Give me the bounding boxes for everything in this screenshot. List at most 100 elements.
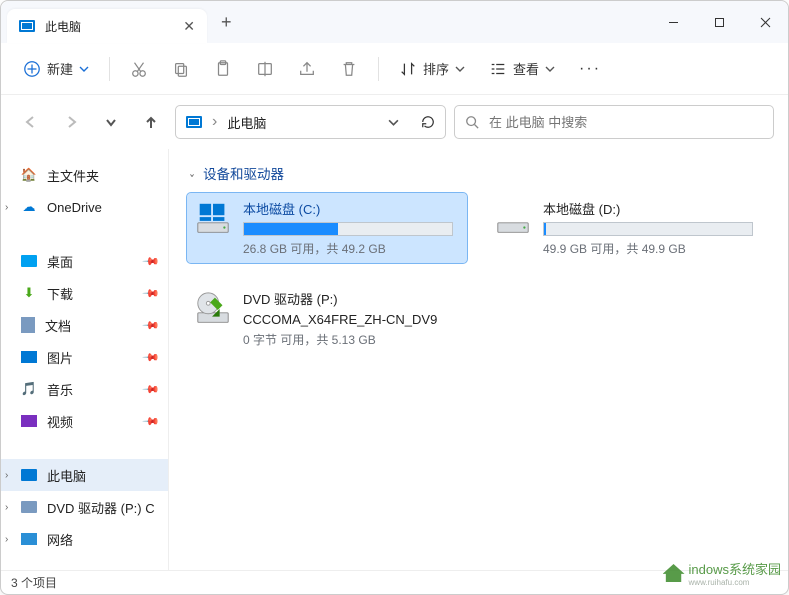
drive-title: 本地磁盘 (D:) xyxy=(543,199,761,218)
sidebar-item-dvd[interactable]: › DVD 驱动器 (P:) C xyxy=(1,491,168,523)
item-count: 3 个项目 xyxy=(11,574,57,591)
sidebar-item-desktop[interactable]: 桌面 📌 xyxy=(1,245,168,277)
pin-icon: 📌 xyxy=(142,252,161,271)
download-icon: ⬇ xyxy=(21,285,37,301)
pc-icon xyxy=(186,116,202,128)
pin-icon: 📌 xyxy=(142,412,161,431)
cloud-icon: ☁ xyxy=(21,199,37,215)
drive-subtitle: CCCOMA_X64FRE_ZH-CN_DV9 xyxy=(243,312,461,327)
drive-item[interactable]: 本地磁盘 (D:) 49.9 GB 可用，共 49.9 GB xyxy=(487,193,767,263)
pin-icon: 📌 xyxy=(142,284,161,303)
sidebar-item-pictures[interactable]: 图片 📌 xyxy=(1,341,168,373)
view-label: 查看 xyxy=(513,59,539,78)
back-button[interactable] xyxy=(15,106,47,138)
sidebar-item-music[interactable]: 🎵音乐📌 xyxy=(1,373,168,405)
usage-bar xyxy=(543,222,753,236)
drive-usage-text: 26.8 GB 可用，共 49.2 GB xyxy=(243,240,461,257)
new-tab-button[interactable]: + xyxy=(207,12,246,33)
picture-icon xyxy=(21,351,37,363)
drive-usage-text: 49.9 GB 可用，共 49.9 GB xyxy=(543,240,761,257)
usage-bar xyxy=(243,222,453,236)
sidebar-item-documents[interactable]: 文档📌 xyxy=(1,309,168,341)
sort-button[interactable]: 排序 xyxy=(389,53,475,84)
search-input[interactable] xyxy=(489,115,763,130)
share-button[interactable] xyxy=(288,54,326,84)
pin-icon: 📌 xyxy=(142,348,161,367)
dvd-icon xyxy=(21,501,37,513)
video-icon xyxy=(21,415,37,427)
main-content: ⌄ 设备和驱动器 本地磁盘 (C:)26.8 GB 可用，共 49.2 GB本地… xyxy=(169,149,788,570)
label: 此电脑 xyxy=(47,466,86,485)
drive-icon xyxy=(493,199,533,239)
explorer-window: 此电脑 ✕ + 新建 排序 查看 xyxy=(0,0,789,595)
chevron-right-icon: › xyxy=(5,534,8,545)
drive-icon xyxy=(193,289,233,329)
forward-button[interactable] xyxy=(55,106,87,138)
label: 图片 xyxy=(47,348,73,367)
label: 主文件夹 xyxy=(47,166,99,185)
delete-button[interactable] xyxy=(330,54,368,84)
group-header-devices[interactable]: ⌄ 设备和驱动器 xyxy=(187,159,770,193)
home-icon: 🏠 xyxy=(21,167,37,183)
minimize-button[interactable] xyxy=(650,1,696,43)
recent-dropdown[interactable] xyxy=(95,106,127,138)
sidebar-item-this-pc[interactable]: › 此电脑 xyxy=(1,459,168,491)
toolbar: 新建 排序 查看 ··· xyxy=(1,43,788,95)
desktop-icon xyxy=(21,255,37,267)
nav-row: › 此电脑 xyxy=(1,95,788,149)
network-icon xyxy=(21,533,37,545)
rename-button[interactable] xyxy=(246,54,284,84)
tab-close-button[interactable]: ✕ xyxy=(183,18,195,35)
body: 🏠 主文件夹 › ☁ OneDrive 桌面 📌 ⬇ 下载 📌 文档📌 图片 📌 🎵 音乐 📌 视… xyxy=(1,149,788,570)
sidebar: 🏠 主文件夹 › ☁ OneDrive 桌面 📌 ⬇ 下载 📌 文档📌 图片 📌 🎵 音乐 📌 视… xyxy=(1,149,169,570)
separator xyxy=(109,57,110,81)
chevron-down-icon: ⌄ xyxy=(189,166,196,180)
chevron-right-icon: › xyxy=(5,202,8,213)
search-bar[interactable] xyxy=(454,105,774,139)
drive-title: 本地磁盘 (C:) xyxy=(243,199,461,218)
more-button[interactable]: ··· xyxy=(569,54,611,84)
sidebar-item-videos[interactable]: 视频 📌 xyxy=(1,405,168,437)
drives-grid: 本地磁盘 (C:) 26.8 GB 可用，共 49.2 GB 本地磁盘 (D:) 49… xyxy=(187,193,770,354)
close-button[interactable] xyxy=(742,1,788,43)
pc-icon xyxy=(19,20,35,32)
drive-usage-text: 0 字节 可用，共 5.13 GB xyxy=(243,331,461,348)
sidebar-item-home[interactable]: 🏠 主文件夹 xyxy=(1,159,168,191)
chevron-right-icon: › xyxy=(5,470,8,481)
up-button[interactable] xyxy=(135,106,167,138)
titlebar: 此电脑 ✕ + xyxy=(1,1,788,43)
tab-this-pc[interactable]: 此电脑 ✕ xyxy=(7,9,207,43)
label: OneDrive xyxy=(47,200,102,215)
new-button-label: 新建 xyxy=(47,59,73,78)
breadcrumb[interactable]: 此电脑 xyxy=(227,113,266,132)
music-icon: 🎵 xyxy=(21,381,37,397)
sidebar-item-downloads[interactable]: ⬇ 下载 📌 xyxy=(1,277,168,309)
maximize-button[interactable] xyxy=(696,1,742,43)
sort-label: 排序 xyxy=(423,59,449,78)
drive-item[interactable]: 本地磁盘 (C:) 26.8 GB 可用，共 49.2 GB xyxy=(187,193,467,263)
group-title: 设备和驱动器 xyxy=(203,163,284,183)
drive-item[interactable]: DVD 驱动器 (P:) CCCOMA_X64FRE_ZH-CN_DV9 0 字节 … xyxy=(187,283,467,354)
document-icon xyxy=(21,317,35,333)
new-button[interactable]: 新建 xyxy=(13,53,99,84)
chevron-right-icon: › xyxy=(5,502,8,513)
pin-icon: 📌 xyxy=(142,316,161,335)
address-bar[interactable]: › 此电脑 xyxy=(175,105,446,139)
label: 网络 xyxy=(47,530,73,549)
drive-title: DVD 驱动器 (P:) xyxy=(243,289,461,308)
label: 桌面 xyxy=(47,252,73,271)
window-controls xyxy=(650,1,788,43)
view-button[interactable]: 查看 xyxy=(479,53,565,84)
label: 音乐 xyxy=(47,380,73,399)
cut-button[interactable] xyxy=(120,54,158,84)
copy-button[interactable] xyxy=(162,54,200,84)
paste-button[interactable] xyxy=(204,54,242,84)
label: DVD 驱动器 (P:) C xyxy=(47,498,155,517)
separator xyxy=(378,57,379,81)
label: 视频 xyxy=(47,412,73,431)
label: 下载 xyxy=(47,284,73,303)
sidebar-item-onedrive[interactable]: › ☁ OneDrive xyxy=(1,191,168,223)
refresh-icon[interactable] xyxy=(421,115,435,129)
pc-icon xyxy=(21,469,37,481)
sidebar-item-network[interactable]: › 网络 xyxy=(1,523,168,555)
